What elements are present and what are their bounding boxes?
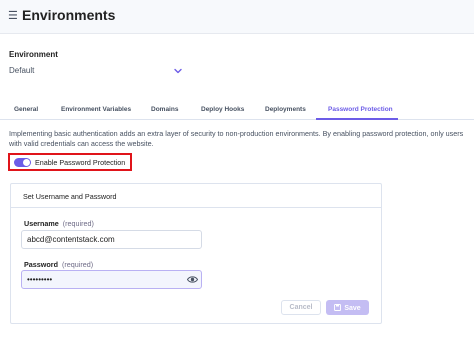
password-protection-toggle[interactable] (14, 158, 31, 167)
top-bar: ☰ Environments (0, 0, 474, 34)
tab-domains[interactable]: Domains (151, 106, 178, 113)
hamburger-icon[interactable]: ☰ (8, 9, 18, 23)
tab-bar: General Environment Variables Domains De… (0, 102, 474, 120)
page-title: Environments (22, 7, 116, 23)
tab-password-protection[interactable]: Password Protection (328, 106, 393, 113)
password-input[interactable] (22, 271, 182, 288)
password-protection-toggle-row: Enable Password Protection (8, 153, 132, 171)
description-text: Implementing basic authentication adds a… (9, 129, 464, 148)
username-required-tag: (required) (62, 219, 94, 228)
active-tab-indicator (316, 118, 398, 120)
environment-selected-value: Default (9, 66, 35, 75)
password-label: Password (required) (24, 260, 93, 269)
tab-deployments[interactable]: Deployments (265, 106, 306, 113)
password-label-text: Password (24, 260, 58, 269)
tab-deploy-hooks[interactable]: Deploy Hooks (201, 106, 244, 113)
toggle-knob (23, 159, 30, 166)
toggle-label: Enable Password Protection (35, 158, 126, 167)
username-label: Username (required) (24, 219, 94, 228)
username-label-text: Username (24, 219, 59, 228)
chevron-down-icon (174, 68, 182, 74)
password-field (21, 270, 202, 289)
eye-icon[interactable] (187, 275, 198, 284)
tab-general[interactable]: General (14, 106, 38, 113)
environment-label: Environment (9, 50, 58, 59)
password-required-tag: (required) (61, 260, 94, 269)
save-button[interactable]: Save (326, 300, 369, 315)
tab-environment-variables[interactable]: Environment Variables (61, 106, 131, 113)
username-input[interactable] (21, 230, 202, 249)
save-icon (334, 303, 342, 311)
card-header: Set Username and Password (11, 184, 381, 208)
save-button-label: Save (344, 304, 361, 312)
card-title: Set Username and Password (23, 192, 117, 201)
cancel-button[interactable]: Cancel (281, 300, 321, 315)
environment-select[interactable]: Default (9, 64, 185, 78)
credentials-card: Set Username and Password Username (requi… (10, 183, 382, 324)
